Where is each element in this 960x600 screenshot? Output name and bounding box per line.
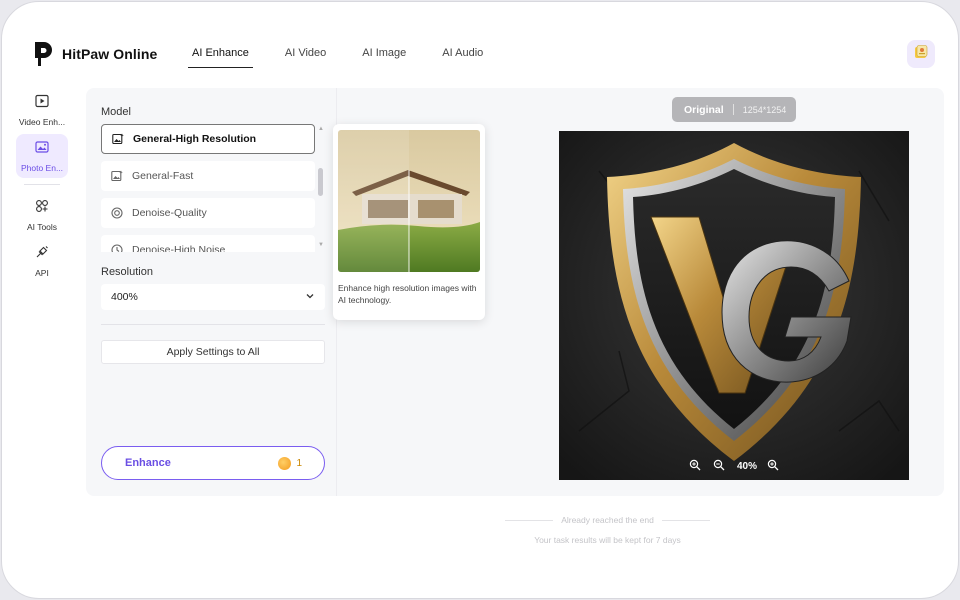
enhance-button-label: Enhance bbox=[125, 457, 171, 469]
sidebar-item-label: API bbox=[35, 267, 49, 278]
image-preview[interactable] bbox=[559, 131, 909, 480]
model-option-denoise-quality[interactable]: Denoise-Quality bbox=[101, 198, 315, 228]
user-avatar-button[interactable] bbox=[907, 40, 935, 68]
settings-panel: Model General-High Resolution General-Fa… bbox=[86, 88, 336, 496]
app-logo[interactable]: HitPaw Online bbox=[32, 40, 157, 68]
image-enhance-icon bbox=[112, 133, 124, 145]
model-option-general-fast[interactable]: General-Fast bbox=[101, 161, 315, 191]
scroll-down-icon[interactable]: ▼ bbox=[317, 242, 325, 248]
app-window: HitPaw Online AI Enhance AI Video AI Ima… bbox=[1, 1, 959, 599]
model-option-general-high-resolution[interactable]: General-High Resolution bbox=[101, 124, 315, 154]
sidebar-item-ai-tools[interactable]: AI Tools bbox=[12, 193, 72, 237]
ai-tools-icon bbox=[35, 199, 49, 218]
sidebar-item-api[interactable]: API bbox=[12, 239, 72, 283]
zoom-in-icon[interactable] bbox=[767, 459, 781, 473]
sidebar-item-photo-enhance[interactable]: Photo En... bbox=[16, 134, 68, 178]
sidebar-divider bbox=[24, 184, 60, 185]
credit-count: 1 bbox=[296, 458, 302, 469]
zoom-controls: 40% bbox=[678, 454, 792, 478]
credit-cost: 1 bbox=[278, 457, 302, 470]
denoise-icon bbox=[111, 207, 123, 219]
top-nav: AI Enhance AI Video AI Image AI Audio bbox=[188, 42, 515, 68]
settings-divider bbox=[101, 324, 325, 325]
photo-enhance-icon bbox=[35, 140, 49, 159]
resolution-label: Resolution bbox=[101, 266, 153, 278]
model-description: Enhance high resolution images with AI t… bbox=[338, 283, 477, 305]
vg-shield-logo-image bbox=[559, 131, 909, 480]
scroll-up-icon[interactable]: ▲ bbox=[317, 126, 325, 132]
apply-settings-to-all-button[interactable]: Apply Settings to All bbox=[101, 340, 325, 364]
end-of-list-text: Already reached the end bbox=[561, 515, 654, 525]
resolution-select[interactable]: 400% bbox=[101, 284, 325, 310]
badge-separator bbox=[732, 104, 734, 115]
api-icon bbox=[35, 245, 49, 264]
footer-rule-right bbox=[661, 519, 710, 521]
tab-ai-video[interactable]: AI Video bbox=[281, 42, 330, 68]
model-option-label: General-Fast bbox=[132, 170, 194, 182]
coin-icon bbox=[278, 457, 292, 470]
tab-ai-audio[interactable]: AI Audio bbox=[438, 42, 487, 68]
model-sample-image bbox=[338, 130, 480, 272]
sidebar-item-label: Video Enh... bbox=[18, 116, 66, 127]
sidebar-item-label: Photo En... bbox=[20, 162, 64, 173]
enhance-button[interactable]: Enhance 1 bbox=[101, 446, 325, 480]
hitpaw-logo-icon bbox=[32, 40, 54, 68]
model-list[interactable]: General-High Resolution General-Fast Den… bbox=[101, 124, 315, 252]
denoise-high-icon bbox=[111, 244, 123, 252]
sidebar-item-label: AI Tools bbox=[26, 221, 58, 232]
model-option-label: Denoise-Quality bbox=[132, 207, 207, 219]
image-enhance-icon bbox=[111, 170, 123, 182]
original-label: Original bbox=[684, 103, 724, 116]
avatar-icon bbox=[913, 44, 929, 65]
retention-notice: Your task results will be kept for 7 day… bbox=[534, 535, 681, 545]
model-label: Model bbox=[101, 106, 131, 118]
image-dimensions: 1254*1254 bbox=[742, 104, 787, 115]
model-tooltip: Enhance high resolution images with AI t… bbox=[333, 124, 485, 320]
footer-rule-left bbox=[505, 519, 554, 521]
video-enhance-icon bbox=[35, 94, 49, 113]
left-sidebar: Video Enh... Photo En... AI Tools API bbox=[12, 88, 72, 285]
model-option-denoise-high-noise[interactable]: Denoise-High Noise bbox=[101, 235, 315, 252]
model-list-scrollbar[interactable]: ▲ ▼ bbox=[317, 124, 325, 252]
zoom-level: 40% bbox=[736, 460, 757, 472]
end-of-list-indicator: Already reached the end bbox=[505, 515, 710, 525]
original-badge: Original 1254*1254 bbox=[672, 97, 796, 122]
model-option-label: Denoise-High Noise bbox=[132, 244, 226, 252]
model-option-label: General-High Resolution bbox=[133, 133, 257, 145]
zoom-fit-icon[interactable] bbox=[689, 459, 703, 473]
chevron-down-icon bbox=[305, 291, 315, 304]
tab-ai-image[interactable]: AI Image bbox=[358, 42, 410, 68]
tab-ai-enhance[interactable]: AI Enhance bbox=[188, 42, 253, 68]
zoom-out-icon[interactable] bbox=[713, 459, 727, 473]
scroll-thumb[interactable] bbox=[318, 168, 323, 196]
sidebar-item-video-enhance[interactable]: Video Enh... bbox=[12, 88, 72, 132]
app-name: HitPaw Online bbox=[62, 46, 158, 62]
resolution-value: 400% bbox=[111, 291, 138, 303]
